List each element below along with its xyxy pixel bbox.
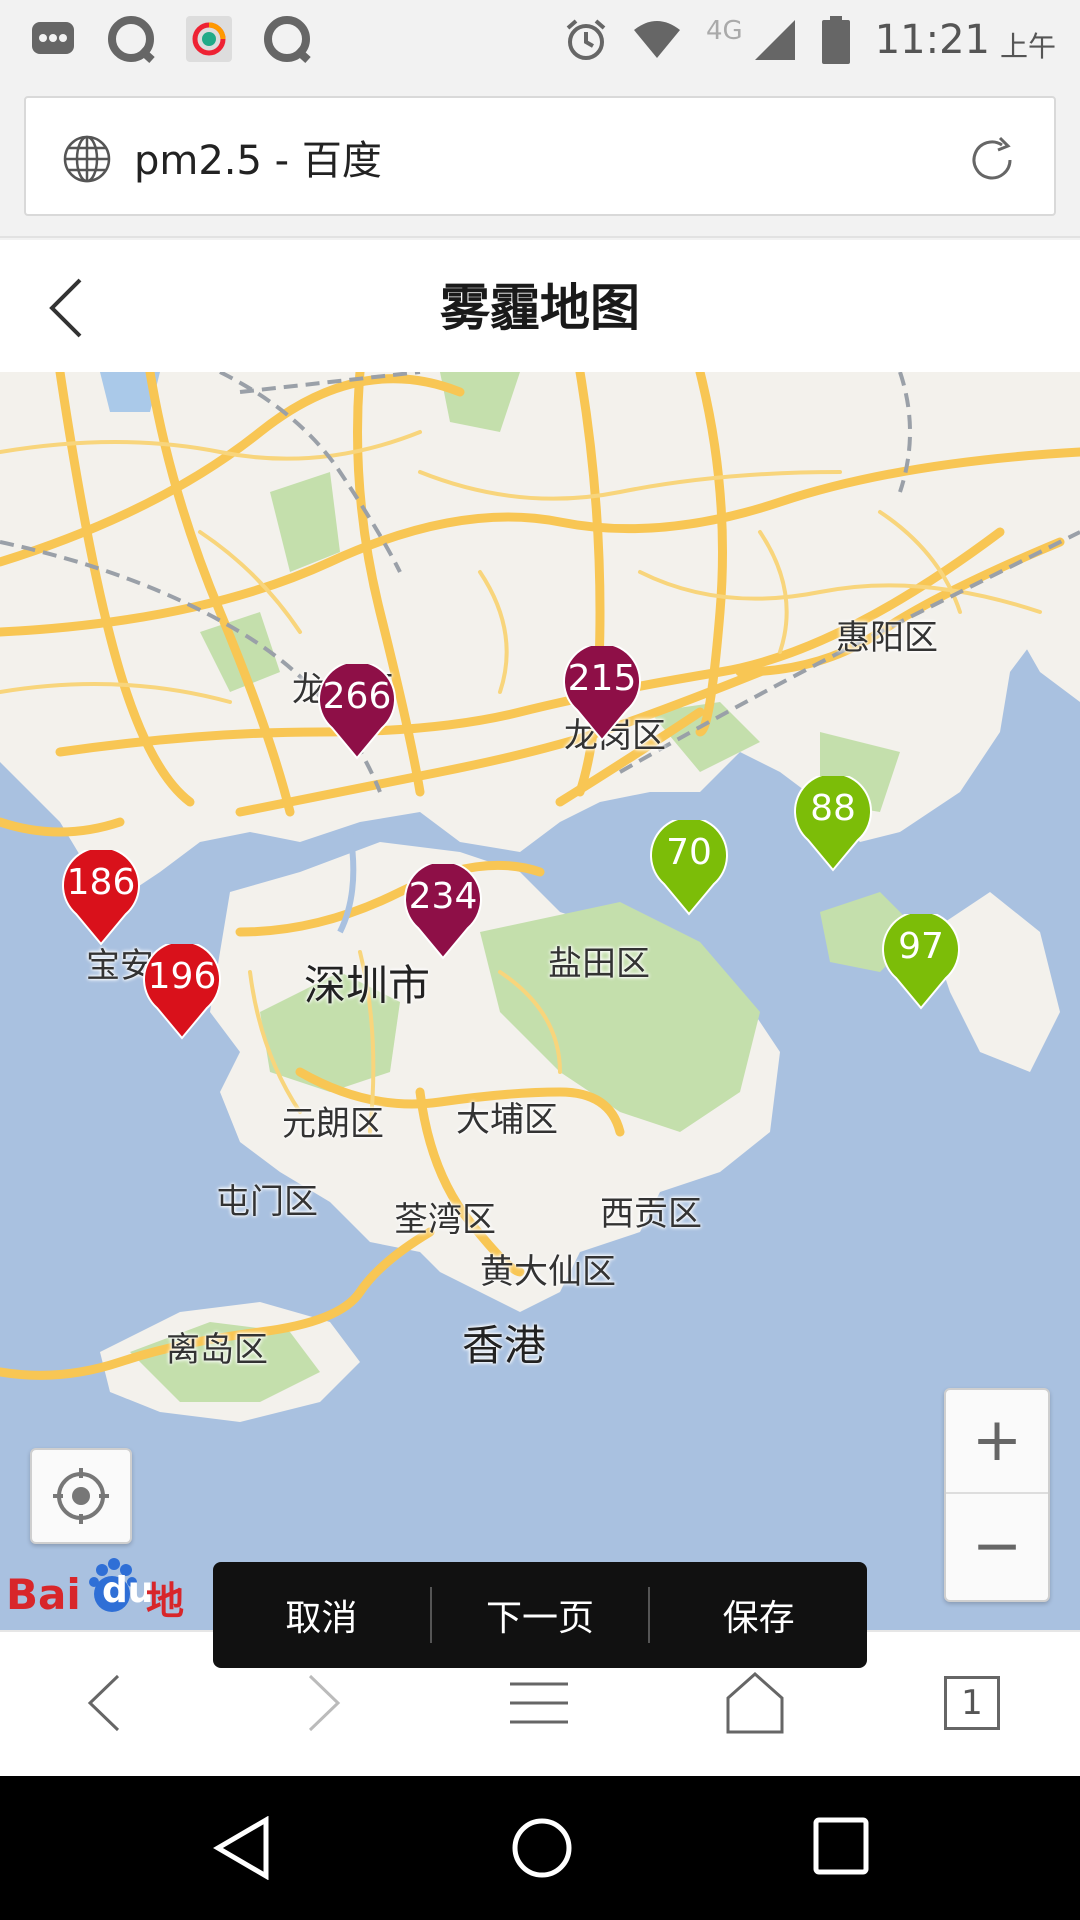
- url-bar: pm2.5 - 百度: [0, 80, 1080, 238]
- label-huangdaxian: 黄大仙区: [480, 1252, 616, 1292]
- page-header: 雾霾地图: [0, 240, 1080, 372]
- clock-time: 11:21: [874, 17, 990, 63]
- locate-icon: [53, 1468, 109, 1524]
- zoom-in-button[interactable]: +: [946, 1390, 1048, 1494]
- aqi-marker[interactable]: 196: [143, 944, 221, 1040]
- home-icon[interactable]: [720, 1668, 790, 1738]
- signal-icon: [754, 20, 795, 60]
- label-yuanlang: 元朗区: [282, 1104, 384, 1144]
- label-quanwan: 荃湾区: [394, 1200, 496, 1240]
- wifi-icon: [634, 21, 680, 58]
- label-lidao: 离岛区: [166, 1330, 268, 1370]
- label-tunmen: 屯门区: [216, 1182, 318, 1222]
- baidu-map-logo: Bai du 地图: [4, 1552, 212, 1624]
- alarm-icon: [566, 19, 606, 60]
- aqi-marker[interactable]: 215: [563, 646, 641, 742]
- url-text: pm2.5 - 百度: [134, 138, 382, 184]
- action-bar: 取消 下一页 保存: [213, 1562, 867, 1668]
- aqi-value: 196: [147, 956, 217, 997]
- nav-back-icon[interactable]: [212, 1816, 272, 1880]
- aqi-value: 97: [898, 926, 944, 967]
- app-icon: [186, 16, 232, 62]
- aqi-value: 186: [66, 862, 136, 903]
- cancel-button[interactable]: 取消: [213, 1589, 430, 1641]
- nav-home-icon[interactable]: [510, 1816, 574, 1880]
- globe-icon: [63, 135, 111, 183]
- zoom-out-button[interactable]: −: [946, 1496, 1048, 1600]
- aqi-marker[interactable]: 234: [404, 864, 482, 960]
- locate-button[interactable]: [30, 1448, 132, 1544]
- clock-ampm: 上午: [999, 30, 1056, 63]
- label-hongkong: 香港: [462, 1321, 547, 1370]
- qq-icon: [108, 16, 155, 63]
- url-field[interactable]: pm2.5 - 百度: [24, 96, 1056, 216]
- label-yantian: 盐田区: [548, 944, 650, 984]
- menu-icon[interactable]: [504, 1668, 574, 1738]
- aqi-value: 88: [810, 788, 856, 829]
- aqi-marker[interactable]: 97: [882, 914, 960, 1010]
- label-xigong: 西贡区: [600, 1194, 702, 1234]
- next-page-button[interactable]: 下一页: [432, 1589, 649, 1641]
- page-title: 雾霾地图: [440, 279, 640, 337]
- browser-forward-icon[interactable]: [288, 1668, 358, 1738]
- aqi-value: 70: [666, 832, 712, 873]
- network-type: 4G: [706, 16, 743, 46]
- aqi-marker[interactable]: 186: [62, 850, 140, 946]
- message-icon: [32, 22, 74, 54]
- status-bar: 4G 11:21 上午: [0, 0, 1080, 80]
- aqi-marker[interactable]: 88: [794, 776, 872, 872]
- zoom-control: + −: [944, 1388, 1050, 1602]
- qq-icon: [264, 16, 311, 63]
- aqi-marker[interactable]: 70: [650, 820, 728, 916]
- save-button[interactable]: 保存: [650, 1589, 867, 1641]
- aqi-value: 215: [567, 658, 637, 699]
- nav-recents-icon[interactable]: [812, 1816, 870, 1876]
- tabs-button[interactable]: 1: [944, 1676, 1000, 1730]
- system-nav-bar: [0, 1776, 1080, 1920]
- aqi-value: 266: [322, 676, 392, 717]
- browser-back-icon[interactable]: [70, 1668, 140, 1738]
- label-huiyang: 惠阳区: [836, 618, 938, 658]
- label-dapu: 大埔区: [456, 1100, 558, 1140]
- reload-icon[interactable]: [964, 132, 1020, 188]
- battery-icon: [821, 16, 850, 64]
- label-shenzhen: 深圳市: [304, 961, 431, 1010]
- haze-map[interactable]: 惠阳区 龙岗区 龙华区 宝安 深圳市 盐田区 元朗区 大埔区 屯门区 荃湾区 西…: [0, 372, 1080, 1630]
- aqi-value: 234: [408, 876, 478, 917]
- aqi-marker[interactable]: 266: [318, 664, 396, 760]
